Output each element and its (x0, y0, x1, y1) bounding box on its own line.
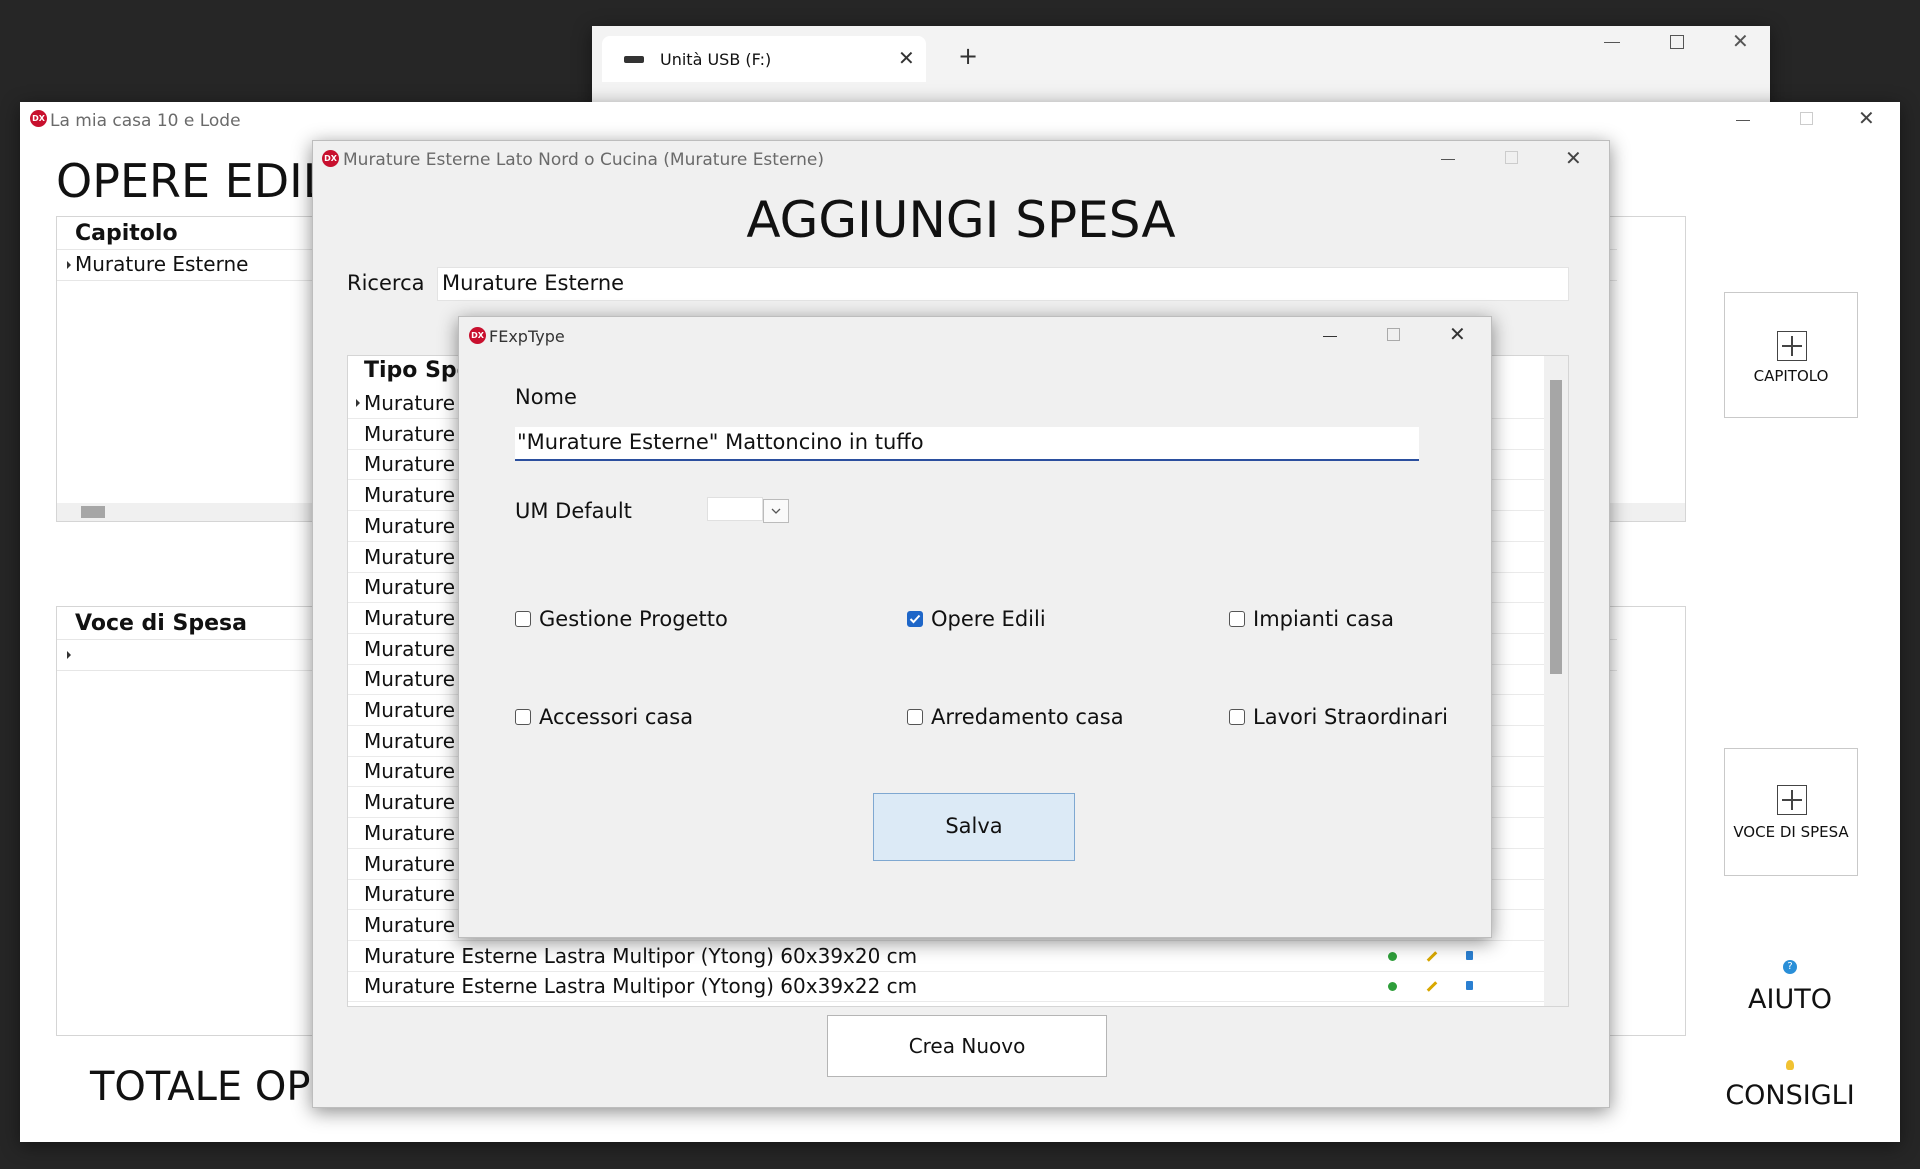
row-indicator-icon (67, 651, 71, 659)
checkbox-accessori-casa[interactable]: Accessori casa (515, 705, 775, 735)
row-indicator-icon (67, 261, 71, 269)
checkbox-icon[interactable] (515, 611, 531, 627)
delete-icon[interactable] (1466, 981, 1473, 991)
um-dropdown-button[interactable] (763, 499, 789, 523)
add-expense-window-title: Murature Esterne Lato Nord o Cucina (Mur… (343, 150, 824, 170)
help-button[interactable]: ? AIUTO (1720, 960, 1860, 1020)
scrollbar-thumb[interactable] (81, 506, 105, 518)
close-icon[interactable]: ✕ (1858, 106, 1875, 130)
page-title: OPERE EDIL (56, 154, 329, 208)
main-window-title: La mia casa 10 e Lode (50, 111, 241, 131)
edit-icon[interactable] (1426, 950, 1438, 962)
maximize-icon[interactable] (1800, 112, 1813, 125)
name-label: Nome (515, 385, 577, 409)
expense-type-cell: Murature Esterne Lastra Multipor (Ytong)… (364, 943, 918, 968)
checkbox-gestione-progetto[interactable]: Gestione Progetto (515, 607, 775, 637)
confirm-icon[interactable] (1388, 982, 1397, 992)
item-grid-header: Voce di Spesa (75, 611, 247, 636)
expense-grid-header: Tipo Spe (364, 358, 472, 383)
delete-icon[interactable] (1466, 950, 1473, 960)
explorer-tab-title: Unità USB (F:) (660, 50, 772, 69)
minimize-icon[interactable] (1736, 120, 1750, 121)
close-icon[interactable]: ✕ (1565, 146, 1582, 170)
add-expense-titlebar: DX Murature Esterne Lato Nord o Cucina (… (313, 141, 1609, 177)
dialog-title: FExpType (489, 327, 565, 346)
table-row[interactable]: Murature Esterne Lastra Multipor (Ytong)… (348, 971, 1544, 1003)
total-label: TOTALE OPE (90, 1064, 336, 1110)
fexptype-dialog: DX FExpType ✕ Nome "Murature Esterne" Ma… (458, 316, 1492, 938)
add-capitolo-label: CAPITOLO (1753, 367, 1829, 385)
explorer-tab[interactable]: Unità USB (F:) ✕ (602, 36, 926, 82)
add-voce-label: VOCE DI SPESA (1733, 823, 1849, 841)
checkbox-label: Gestione Progetto (539, 607, 728, 631)
maximize-icon[interactable] (1387, 328, 1400, 341)
maximize-icon[interactable] (1505, 151, 1518, 164)
checkbox-label: Opere Edili (931, 607, 1046, 631)
save-button[interactable]: Salva (873, 793, 1075, 861)
help-label: AIUTO (1748, 984, 1832, 1015)
lightbulb-icon (1786, 1060, 1794, 1070)
name-field[interactable]: "Murature Esterne" Mattoncino in tuffo (515, 427, 1419, 461)
chapter-grid-header: Capitolo (75, 221, 178, 246)
drive-icon (624, 56, 644, 63)
checkbox-label: Impianti casa (1253, 607, 1394, 631)
checkbox-arredamento-casa[interactable]: Arredamento casa (907, 705, 1167, 735)
chapter-cell: Murature Esterne (75, 252, 249, 276)
add-expense-heading: AGGIUNGI SPESA (746, 191, 1176, 249)
checkbox-icon[interactable] (515, 709, 531, 725)
close-icon[interactable]: ✕ (1449, 322, 1466, 346)
checkbox-icon[interactable] (907, 709, 923, 725)
table-row[interactable]: Murature Esterne Lastra Multipor (Ytong)… (348, 941, 1544, 972)
tips-button[interactable]: CONSIGLI (1720, 1060, 1860, 1120)
app-logo-icon: DX (322, 150, 339, 167)
close-icon[interactable]: ✕ (1732, 29, 1749, 53)
main-titlebar: DX La mia casa 10 e Lode ✕ (20, 102, 1900, 138)
um-default-select[interactable] (707, 497, 763, 521)
checkbox-label: Arredamento casa (931, 705, 1124, 729)
um-default-label: UM Default (515, 499, 632, 523)
expense-type-cell: Murature Esterne Lastra Multipor (Ytong)… (364, 974, 918, 999)
app-logo-icon: DX (469, 327, 486, 344)
maximize-icon[interactable] (1670, 35, 1684, 49)
checkbox-label: Accessori casa (539, 705, 694, 729)
minimize-icon[interactable] (1441, 159, 1455, 160)
add-capitolo-button[interactable]: CAPITOLO (1724, 292, 1858, 418)
checkbox-icon[interactable] (1229, 709, 1245, 725)
search-input-value: Murature Esterne (442, 271, 625, 295)
checkbox-impianti-casa[interactable]: Impianti casa (1229, 607, 1449, 637)
help-icon: ? (1783, 960, 1797, 974)
edit-icon[interactable] (1426, 981, 1438, 993)
plus-icon (1777, 785, 1807, 815)
create-new-label: Crea Nuovo (908, 1034, 1026, 1058)
plus-icon (1777, 331, 1807, 361)
tab-close-icon[interactable]: ✕ (898, 46, 915, 70)
save-button-label: Salva (945, 814, 1003, 838)
app-logo-icon: DX (30, 110, 47, 127)
minimize-icon[interactable] (1323, 336, 1337, 337)
chevron-down-icon (771, 508, 781, 514)
vertical-scrollbar[interactable] (1544, 356, 1568, 1006)
add-voce-button[interactable]: VOCE DI SPESA (1724, 748, 1858, 876)
checkbox-opere-edili[interactable]: Opere Edili (907, 607, 1127, 637)
dialog-titlebar: DX FExpType ✕ (459, 317, 1491, 353)
checkbox-lavori-straordinari[interactable]: Lavori Straordinari (1229, 705, 1469, 735)
create-new-button[interactable]: Crea Nuovo (827, 1015, 1107, 1077)
search-label: Ricerca (347, 271, 425, 295)
row-indicator-icon (356, 399, 360, 407)
search-input[interactable]: Murature Esterne (437, 267, 1569, 301)
confirm-icon[interactable] (1388, 951, 1397, 961)
checkbox-checked-icon[interactable] (907, 611, 923, 627)
checkbox-icon[interactable] (1229, 611, 1245, 627)
new-tab-button[interactable]: + (958, 42, 978, 70)
name-field-value: "Murature Esterne" Mattoncino in tuffo (517, 430, 924, 454)
minimize-icon[interactable] (1604, 42, 1620, 43)
tips-label: CONSIGLI (1725, 1080, 1855, 1111)
checkbox-label: Lavori Straordinari (1253, 705, 1448, 729)
scrollbar-thumb[interactable] (1550, 380, 1562, 674)
